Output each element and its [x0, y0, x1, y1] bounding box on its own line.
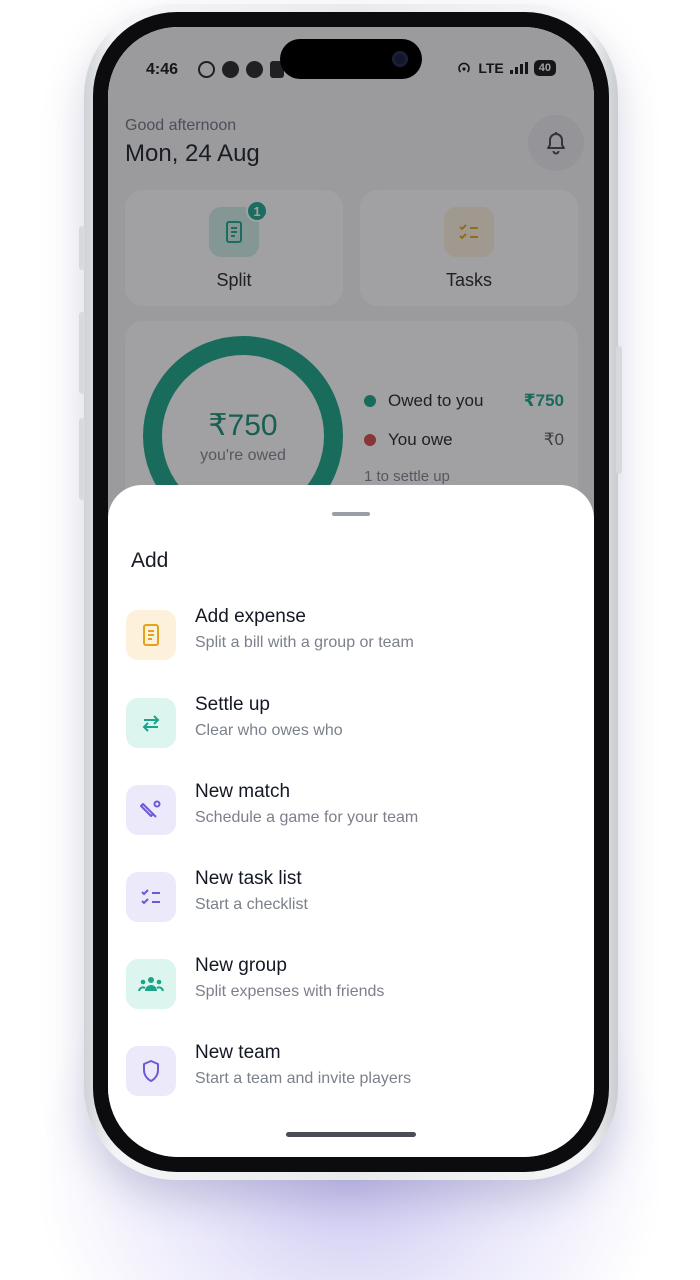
new-task-list-icon-bg	[126, 872, 176, 922]
new-team-subtitle: Start a team and invite players	[195, 1070, 412, 1087]
new-team-icon-bg	[126, 1046, 176, 1096]
action-button	[79, 226, 85, 270]
settle-up-item[interactable]: Settle up Clear who owes who	[124, 690, 578, 762]
add-expense-title: Add expense	[195, 606, 306, 627]
shield-icon	[143, 1060, 159, 1082]
swap-arrows-icon	[142, 715, 160, 732]
power-button	[616, 346, 622, 474]
new-team-title: New team	[195, 1042, 281, 1063]
new-match-icon-bg	[126, 785, 176, 835]
new-group-item[interactable]: New group Split expenses with friends	[124, 951, 578, 1023]
front-camera	[392, 51, 408, 67]
settle-up-icon-bg	[126, 698, 176, 748]
cricket-bat-icon	[140, 800, 161, 818]
home-indicator[interactable]	[286, 1132, 416, 1137]
phone-screen: 4:46 LTE 40 Good afternoon Mon, 24 Aug 1…	[108, 27, 594, 1157]
new-task-list-item[interactable]: New task list Start a checklist	[124, 864, 578, 936]
volume-up-button	[79, 312, 85, 394]
new-match-item[interactable]: New match Schedule a game for your team	[124, 777, 578, 849]
dynamic-island	[280, 39, 422, 79]
receipt-icon	[143, 624, 159, 646]
new-match-subtitle: Schedule a game for your team	[195, 809, 419, 826]
add-expense-subtitle: Split a bill with a group or team	[195, 634, 414, 651]
new-match-title: New match	[195, 781, 291, 802]
checklist-icon	[141, 889, 160, 905]
sheet-title: Add	[131, 549, 169, 572]
group-icon	[138, 977, 164, 992]
add-bottom-sheet: Add Add expense Split a bill with a grou…	[108, 485, 594, 1157]
volume-down-button	[79, 418, 85, 500]
settle-up-title: Settle up	[195, 694, 270, 715]
add-expense-item[interactable]: Add expense Split a bill with a group or…	[124, 602, 578, 674]
settle-up-subtitle: Clear who owes who	[195, 722, 343, 739]
new-task-list-subtitle: Start a checklist	[195, 896, 308, 913]
new-group-subtitle: Split expenses with friends	[195, 983, 385, 1000]
add-expense-icon-bg	[126, 610, 176, 660]
new-group-title: New group	[195, 955, 287, 976]
new-task-list-title: New task list	[195, 868, 302, 889]
new-team-item[interactable]: New team Start a team and invite players	[124, 1038, 578, 1110]
new-group-icon-bg	[126, 959, 176, 1009]
sheet-drag-handle[interactable]	[332, 512, 370, 516]
